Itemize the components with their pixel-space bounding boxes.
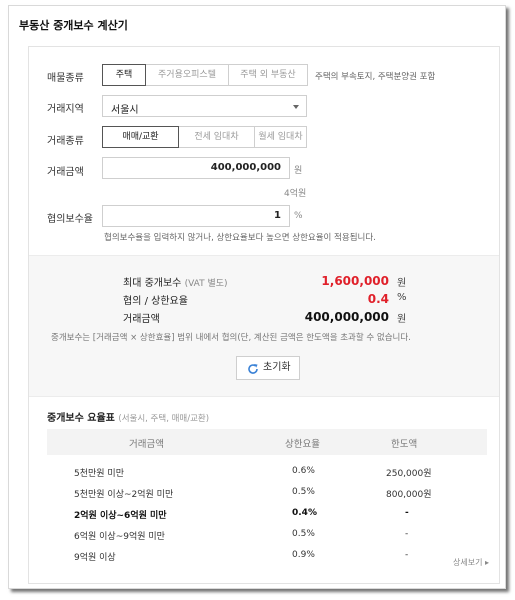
region-label: 거래지역 — [47, 104, 84, 115]
trade-type-option-sale[interactable]: 매매/교환 — [102, 126, 179, 148]
result-row-amount: 거래금액 400,000,000 원 — [29, 310, 499, 326]
rate-result-label: 협의 / 상한요율 — [123, 296, 188, 307]
property-type-selector: 주택 주거용오피스텔 주택 외 부동산 — [102, 64, 308, 86]
max-fee-unit: 원 — [397, 278, 407, 289]
rate-table-subtitle: (서울시, 주택, 매매/교환) — [118, 414, 210, 424]
amount-label: 거래금액 — [47, 167, 84, 178]
trade-type-selector: 매매/교환 전세 임대차 월세 임대차 — [102, 126, 307, 148]
trade-type-option-monthly[interactable]: 월세 임대차 — [254, 127, 306, 147]
region-select[interactable]: 서울시 — [102, 95, 307, 117]
rate-result-unit: % — [397, 292, 407, 303]
col-rate: 상한요율 — [285, 439, 320, 450]
table-row: 5천만원 이상~2억원 미만 0.5% 800,000원 — [74, 487, 432, 500]
table-row: 5천만원 미만 0.6% 250,000원 — [74, 466, 432, 479]
max-fee-label: 최대 중개보수 (VAT 별도) — [123, 278, 228, 289]
table-row-highlighted: 2억원 이상~6억원 미만 0.4% - — [74, 508, 409, 521]
refresh-icon — [247, 362, 259, 384]
property-type-option-officetel[interactable]: 주거용오피스텔 — [145, 65, 228, 85]
amount-result-value: 400,000,000 — [304, 310, 389, 324]
trade-type-label: 거래종류 — [47, 136, 84, 147]
max-fee-value: 1,600,000 — [321, 274, 389, 288]
trade-type-option-jeonse[interactable]: 전세 임대차 — [178, 127, 254, 147]
amount-result-unit: 원 — [397, 314, 407, 325]
property-type-option-house[interactable]: 주택 — [102, 64, 146, 86]
reset-button[interactable]: 초기화 — [236, 356, 300, 380]
amount-input[interactable]: 400,000,000 — [102, 157, 290, 179]
property-type-option-other[interactable]: 주택 외 부동산 — [228, 65, 307, 85]
amount-result-label: 거래금액 — [123, 314, 160, 325]
amount-hint: 4억원 — [284, 189, 307, 199]
property-type-label: 매물종류 — [47, 73, 84, 84]
rate-result-value: 0.4 — [367, 292, 389, 306]
chevron-down-icon — [293, 105, 299, 109]
rate-input[interactable]: 1 — [102, 205, 290, 227]
input-form: 매물종류 주택 주거용오피스텔 주택 외 부동산 주택의 부속토지, 주택분양권… — [29, 47, 499, 253]
rate-unit: % — [294, 211, 303, 221]
rate-table-header: 거래금액 상한요율 한도액 — [47, 429, 487, 455]
region-value: 서울시 — [111, 105, 139, 116]
property-type-note: 주택의 부속토지, 주택분양권 포함 — [315, 72, 436, 82]
rate-table-title: 중개보수 요율표 (서울시, 주택, 매매/교환) — [47, 413, 210, 424]
table-row: 9억원 이상 0.9% - — [74, 550, 409, 563]
calculator-card: 매물종류 주택 주거용오피스텔 주택 외 부동산 주택의 부속토지, 주택분양권… — [28, 46, 500, 584]
result-panel: 최대 중개보수 (VAT 별도) 1,600,000 원 협의 / 상한요율 0… — [29, 255, 499, 397]
rate-label: 협의보수율 — [47, 214, 93, 225]
col-amount: 거래금액 — [129, 439, 164, 450]
rate-note: 협의보수율을 입력하지 않거나, 상한요율보다 높으면 상한요율이 적용됩니다. — [104, 233, 376, 243]
result-row-max-fee: 최대 중개보수 (VAT 별도) 1,600,000 원 — [29, 274, 499, 290]
amount-unit: 원 — [294, 166, 303, 176]
result-row-rate: 협의 / 상한요율 0.4 % — [29, 292, 499, 308]
calculator-window: 부동산 중개보수 계산기 매물종류 주택 주거용오피스텔 주택 외 부동산 주택… — [8, 5, 506, 589]
detail-link[interactable]: 상세보기 ▸ — [453, 557, 489, 568]
result-disclaimer: 중개보수는 [거래금액 × 상한효율] 범위 내에서 협의(단, 계산된 금액은… — [51, 333, 411, 343]
col-limit: 한도액 — [391, 439, 418, 450]
table-row: 6억원 이상~9억원 미만 0.5% - — [74, 529, 409, 542]
page-title: 부동산 중개보수 계산기 — [19, 19, 128, 32]
rate-table-section: 중개보수 요율표 (서울시, 주택, 매매/교환) 거래금액 상한요율 한도액 … — [29, 397, 499, 583]
reset-label: 초기화 — [263, 362, 291, 373]
